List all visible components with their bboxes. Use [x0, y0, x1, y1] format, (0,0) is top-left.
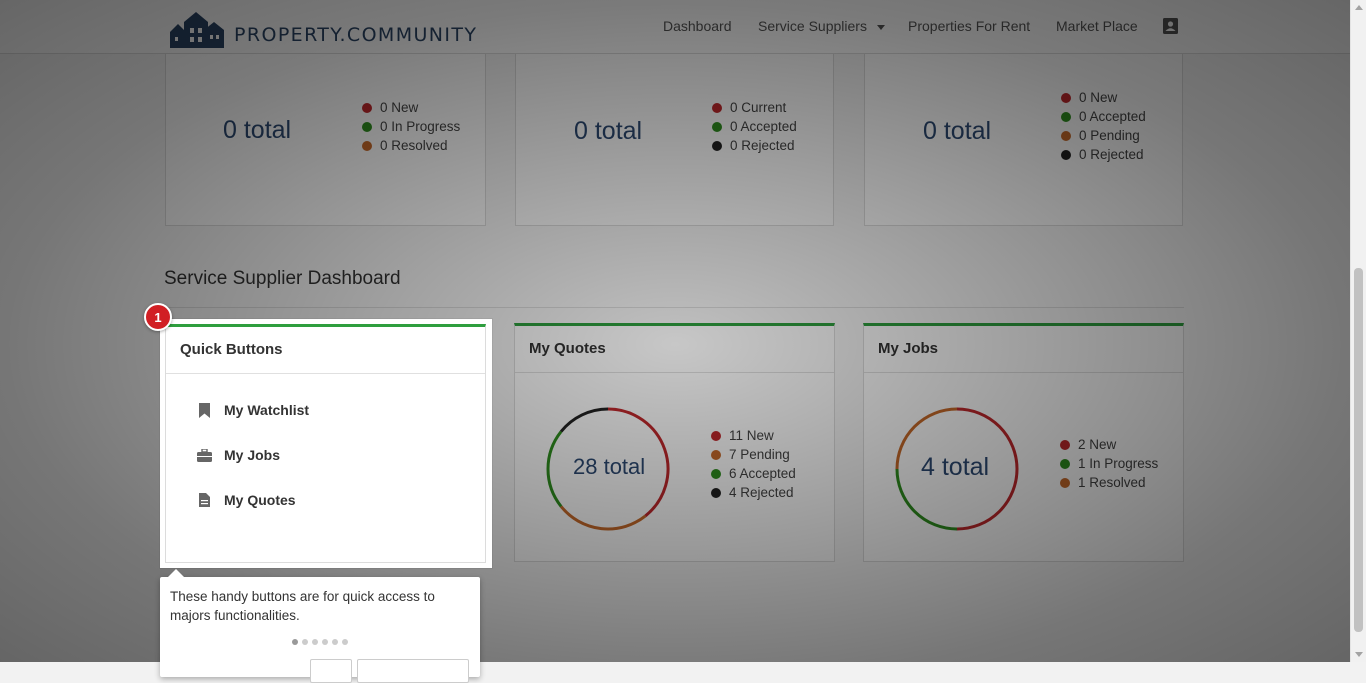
new-dot: [1061, 92, 1071, 103]
accepted-arc: [546, 430, 563, 508]
tour-tooltip-text: These handy buttons are for quick access…: [170, 589, 435, 623]
tour-tooltip: These handy buttons are for quick access…: [160, 569, 480, 683]
legend-item: 0 Rejected: [712, 136, 797, 155]
tour-progress-dots: [292, 639, 348, 645]
tour-next-button[interactable]: [357, 659, 469, 683]
building-logo-icon: [170, 12, 224, 48]
my-jobs-total: 4 total: [921, 453, 990, 481]
scroll-up-arrow-icon[interactable]: [1355, 5, 1363, 10]
tour-dot[interactable]: [342, 639, 348, 645]
bookmark-icon: [196, 402, 212, 418]
resolved-dot: [362, 140, 372, 151]
current-dot: [712, 102, 722, 113]
my-quotes-title: My Quotes: [515, 326, 834, 373]
tour-highlight: Quick Buttons My Watchlist My Jobs My Qu…: [160, 319, 492, 568]
in-progress-dot: [362, 121, 372, 132]
summary-card-1: 0 total 0 New 0 In Progress 0 Resolved: [165, 40, 486, 226]
summary-card-3: 0 total 0 New 0 Accepted 0 Pending 0 Rej…: [864, 40, 1183, 226]
nav-properties-for-rent[interactable]: Properties For Rent: [908, 18, 1030, 34]
tour-dot[interactable]: [332, 639, 338, 645]
my-watchlist-button[interactable]: My Watchlist: [196, 402, 309, 418]
nav-service-suppliers[interactable]: Service Suppliers: [758, 18, 885, 34]
summary-card-2: 0 total 0 Current 0 Accepted 0 Rejected: [515, 40, 834, 226]
navbar: PROPERTY.COMMUNITY Dashboard Service Sup…: [0, 0, 1350, 54]
my-jobs-button[interactable]: My Jobs: [196, 447, 280, 463]
tour-dot[interactable]: [322, 639, 328, 645]
chevron-down-icon: [876, 24, 885, 30]
quick-buttons-card: Quick Buttons My Watchlist My Jobs My Qu…: [165, 324, 486, 563]
legend-item: 0 Current: [712, 98, 797, 117]
my-jobs-title: My Jobs: [864, 326, 1183, 373]
legend-item: 0 Pending: [1061, 126, 1146, 145]
pending-dot: [711, 449, 721, 460]
legend-item: 0 Accepted: [712, 117, 797, 136]
legend-item: 11 New: [711, 426, 796, 445]
new-dot: [362, 102, 372, 113]
nav-market-place[interactable]: Market Place: [1056, 18, 1138, 34]
accepted-dot: [1061, 111, 1071, 122]
legend-item: 1 In Progress: [1060, 454, 1158, 473]
legend-item: 7 Pending: [711, 445, 796, 464]
summary-total: 0 total: [923, 117, 992, 145]
quick-buttons-title: Quick Buttons: [166, 327, 485, 374]
legend-item: 0 New: [1061, 88, 1146, 107]
legend-item: 1 Resolved: [1060, 473, 1158, 492]
my-jobs-card: My Jobs 4 total 2 New 1 In Progress 1 Re…: [863, 323, 1184, 562]
pending-arc: [559, 505, 647, 531]
legend-item: 0 Accepted: [1061, 107, 1146, 126]
my-jobs-legend: 2 New 1 In Progress 1 Resolved: [1060, 435, 1158, 492]
brand-name: PROPERTY.COMMUNITY: [234, 24, 478, 46]
legend-item: 0 In Progress: [362, 117, 460, 136]
scrollbar-thumb[interactable]: [1354, 268, 1363, 632]
new-dot: [711, 430, 721, 441]
summary-total: 0 total: [223, 116, 292, 144]
scrollbar[interactable]: [1350, 0, 1366, 662]
rejected-dot: [711, 487, 721, 498]
tour-dot[interactable]: [312, 639, 318, 645]
tour-dot[interactable]: [302, 639, 308, 645]
summary-legend: 0 New 0 In Progress 0 Resolved: [362, 98, 460, 155]
legend-item: 6 Accepted: [711, 464, 796, 483]
rejected-dot: [712, 140, 722, 151]
in-progress-dot: [1060, 458, 1070, 469]
new-dot: [1060, 439, 1070, 450]
tour-step-badge: 1: [144, 303, 172, 331]
accepted-dot: [711, 468, 721, 479]
my-quotes-button[interactable]: My Quotes: [196, 492, 296, 508]
my-quotes-card: My Quotes 28 total 11 New 7 Pending 6 Ac…: [514, 323, 835, 562]
my-quotes-total: 28 total: [573, 454, 646, 479]
summary-total: 0 total: [574, 117, 643, 145]
document-icon: [196, 492, 212, 508]
legend-item: 4 Rejected: [711, 483, 796, 502]
my-quotes-legend: 11 New 7 Pending 6 Accepted 4 Rejected: [711, 426, 796, 502]
legend-item: 2 New: [1060, 435, 1158, 454]
rejected-arc: [559, 407, 609, 433]
legend-item: 0 New: [362, 98, 460, 117]
nav-dashboard[interactable]: Dashboard: [663, 18, 732, 34]
section-title: Service Supplier Dashboard: [164, 268, 401, 289]
tour-dot[interactable]: [292, 639, 298, 645]
accepted-dot: [712, 121, 722, 132]
legend-item: 0 Rejected: [1061, 145, 1146, 164]
briefcase-icon: [196, 447, 212, 463]
rejected-dot: [1061, 149, 1071, 160]
summary-legend: 0 Current 0 Accepted 0 Rejected: [712, 98, 797, 155]
brand-logo[interactable]: PROPERTY.COMMUNITY: [168, 6, 477, 48]
pending-dot: [1061, 130, 1071, 141]
summary-legend: 0 New 0 Accepted 0 Pending 0 Rejected: [1061, 88, 1146, 164]
contact-card-icon[interactable]: [1163, 18, 1178, 37]
section-divider: [164, 307, 1184, 308]
legend-item: 0 Resolved: [362, 136, 460, 155]
resolved-dot: [1060, 477, 1070, 488]
scroll-down-arrow-icon[interactable]: [1355, 652, 1363, 657]
tour-prev-button[interactable]: [310, 659, 352, 683]
